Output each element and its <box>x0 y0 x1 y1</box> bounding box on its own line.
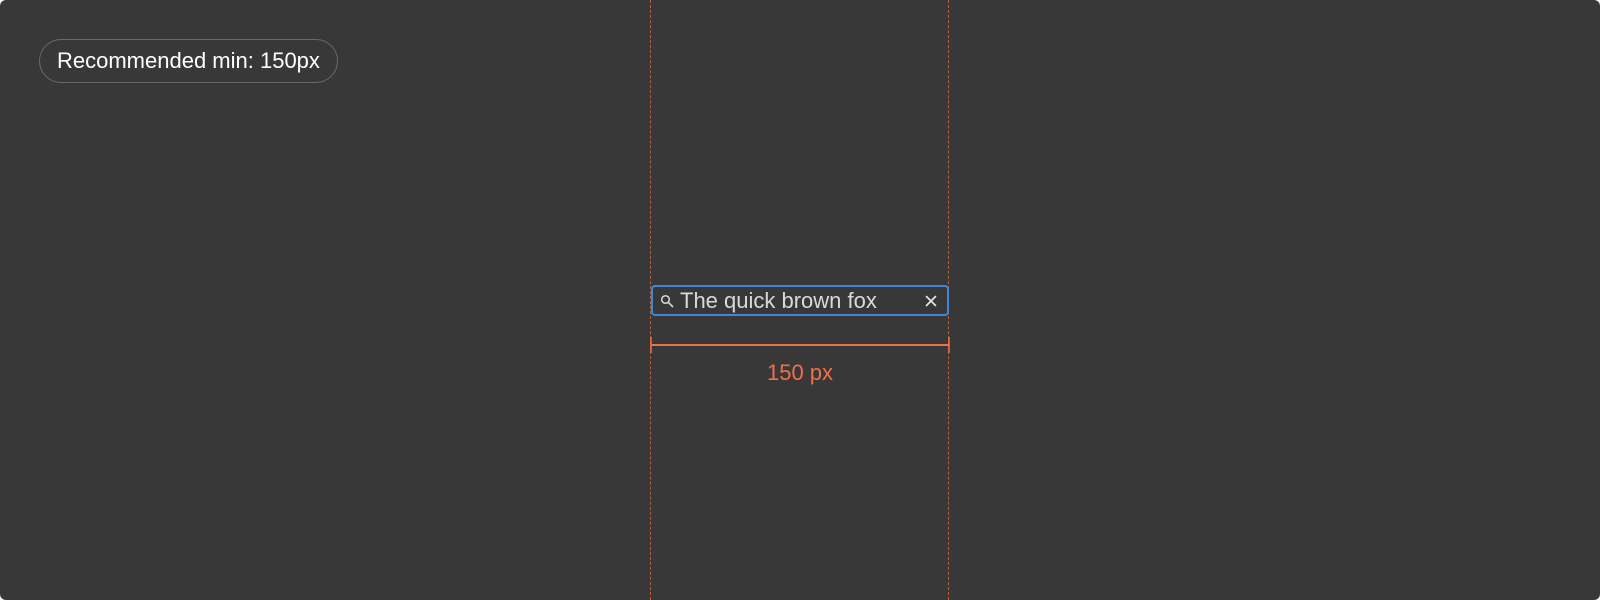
width-measurement-bracket <box>650 337 950 353</box>
search-input-value[interactable]: The quick brown fox <box>675 287 921 314</box>
canvas: Recommended min: 150px The quick brown f… <box>0 0 1600 600</box>
search-input[interactable]: The quick brown fox <box>651 285 949 316</box>
recommended-min-badge: Recommended min: 150px <box>39 39 338 83</box>
close-icon <box>925 295 937 306</box>
width-measurement-label: 150 px <box>766 360 834 385</box>
clear-search-button[interactable] <box>921 291 941 311</box>
search-icon <box>659 293 675 309</box>
